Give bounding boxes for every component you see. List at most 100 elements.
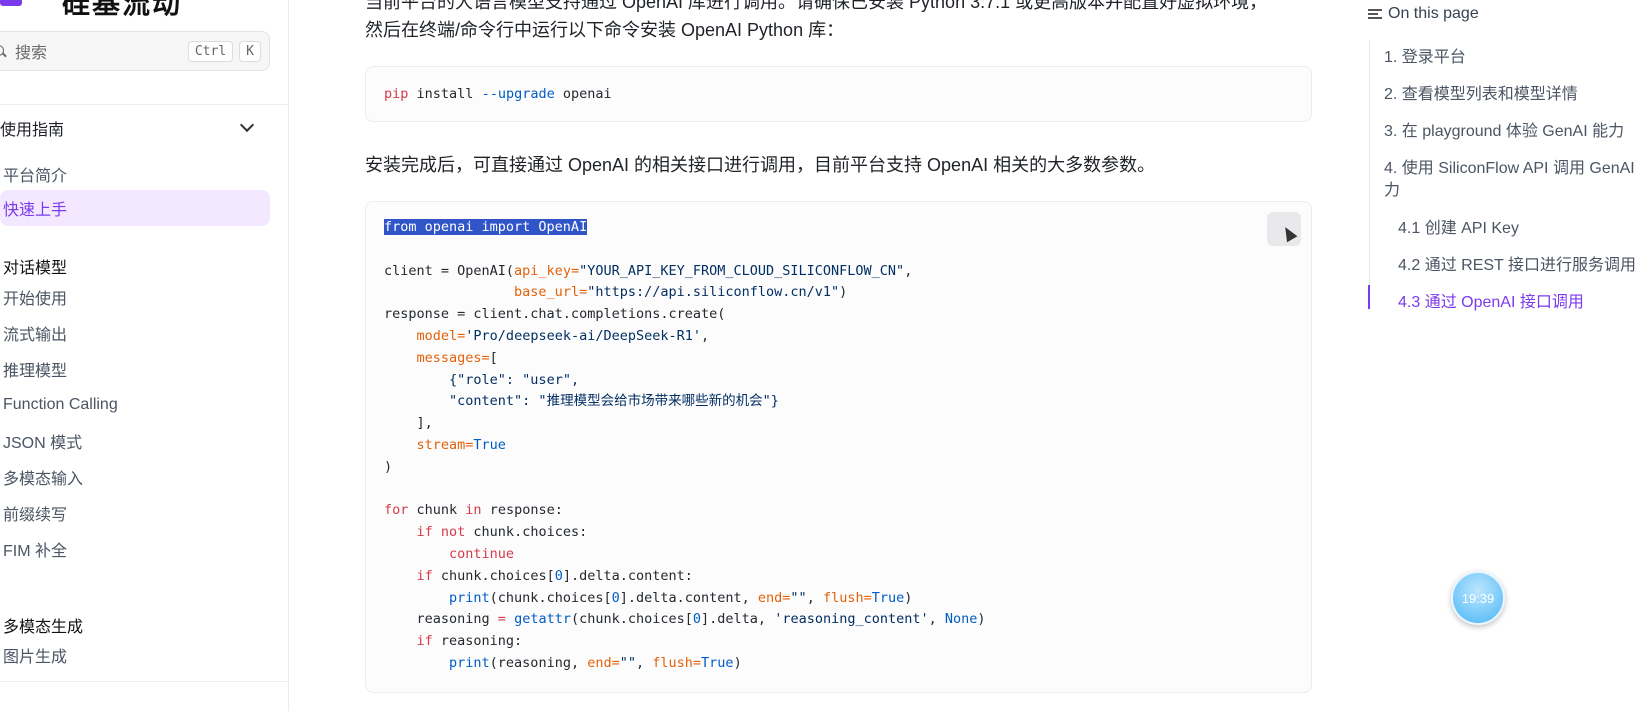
paragraph-usage: 安装完成后，可直接通过 OpenAI 的相关接口进行调用，目前平台支持 Open… <box>365 155 1156 175</box>
code-token: chunk <box>408 502 466 519</box>
code-token: response = client.chat.completions.creat… <box>384 306 726 323</box>
shortcut-ctrl: Ctrl <box>187 40 234 62</box>
toc-title: On this page <box>1388 5 1479 22</box>
code-token: ) <box>384 458 393 475</box>
code-token: , <box>904 262 913 279</box>
code-token: True <box>701 654 734 671</box>
sidebar-item-image-gen[interactable]: 图片生成 <box>0 637 270 673</box>
code-token: None <box>944 611 978 628</box>
section-toggle-guide[interactable]: 使用指南 <box>0 114 262 142</box>
code-token: response: <box>481 502 563 519</box>
code-token: client = OpenAI( <box>384 262 515 279</box>
divider <box>0 681 288 682</box>
sidebar-item-getting-started[interactable]: 开始使用 <box>0 279 270 315</box>
paragraph-install-intro-partial: 当前平台的大语言模型支持通过 OpenAI 库进行调用。请确保已安装 Pytho… <box>365 0 1268 12</box>
code-token: ) <box>733 654 742 671</box>
code-token: , <box>806 589 823 606</box>
code-token: 0 <box>611 589 620 606</box>
sidebar-item-function-calling[interactable]: Function Calling <box>0 387 270 423</box>
group-title-multimodal-gen: 多模态生成 <box>3 619 84 636</box>
toc-item-model-list[interactable]: 2. 查看模型列表和模型详情 <box>1384 80 1578 104</box>
toc-item-playground[interactable]: 3. 在 playground 体验 GenAI 能力 <box>1384 117 1624 141</box>
sidebar-item-quickstart[interactable]: 快速上手 <box>0 190 270 226</box>
code-token: messages= <box>416 349 490 366</box>
code-line-selected: from openai import OpenAI <box>384 219 588 235</box>
code-token: , <box>636 654 653 671</box>
chevron-down-icon <box>239 117 255 133</box>
sidebar-item-label: 开始使用 <box>3 291 68 308</box>
code-token: if <box>416 633 433 650</box>
toc-item-api-usage-wrap[interactable]: 力 <box>1384 176 1400 200</box>
sidebar-item-label: 图片生成 <box>3 649 68 666</box>
code-token: ].delta.content, <box>619 589 758 606</box>
toc-active-indicator <box>1368 285 1370 309</box>
code-token: "YOUR_API_KEY_FROM_CLOUD_SILICONFLOW_CN" <box>579 262 905 279</box>
toc-item-openai[interactable]: 4.3 通过 OpenAI 接口调用 <box>1398 288 1584 312</box>
code-token: model= <box>416 327 466 344</box>
code-token: print <box>449 654 490 671</box>
sidebar-item-multimodal-input[interactable]: 多模态输入 <box>0 459 270 495</box>
code-token: [ <box>489 349 498 366</box>
search-input[interactable]: 搜索 <box>15 39 188 63</box>
code-token: pip <box>384 86 409 102</box>
code-token: chunk.choices[ <box>432 567 555 584</box>
list-icon <box>1368 9 1382 19</box>
code-token: flush= <box>652 654 702 671</box>
main-content: 当前平台的大语言模型支持通过 OpenAI 库进行调用。请确保已安装 Pytho… <box>290 0 1312 711</box>
code-token: 0 <box>554 567 563 584</box>
search-box[interactable]: 搜索 Ctrl K <box>0 31 270 71</box>
code-token: print <box>449 589 490 606</box>
group-title-chat: 对话模型 <box>3 260 68 277</box>
code-token: {"role": "user", <box>449 371 580 388</box>
code-token: 'reasoning_content' <box>774 611 929 628</box>
copy-button[interactable] <box>1267 212 1301 246</box>
toc-header: On this page <box>1368 5 1479 23</box>
code-token: True <box>473 436 506 453</box>
code-token: ) <box>977 611 986 628</box>
search-icon <box>0 45 11 57</box>
sidebar-item-streaming[interactable]: 流式输出 <box>0 315 270 351</box>
code-token: if not <box>416 524 466 541</box>
sidebar: 硅基流动 搜索 Ctrl K 使用指南 平台简介 快速上手 对话模型 开始使用 … <box>0 0 289 711</box>
code-token: ].delta.content: <box>562 567 693 584</box>
shortcut-k: K <box>239 40 261 62</box>
code-token: stream= <box>416 436 474 453</box>
code-token: 'Pro/deepseek-ai/DeepSeek-R1' <box>465 327 701 344</box>
section-toggle-label: 使用指南 <box>0 122 65 139</box>
sidebar-item-label: Function Calling <box>3 396 118 413</box>
sidebar-item-label: 推理模型 <box>3 363 68 380</box>
code-token: flush= <box>822 589 872 606</box>
toc-item-login[interactable]: 1. 登录平台 <box>1384 43 1466 67</box>
sidebar-item-label: FIM 补全 <box>3 543 67 560</box>
code-token: (reasoning, <box>489 654 588 671</box>
code-token: "" <box>619 654 636 671</box>
code-content[interactable]: from openai import OpenAI client = OpenA… <box>384 217 986 675</box>
code-token: base_url= <box>514 284 588 301</box>
code-token: in <box>465 502 482 519</box>
code-token: ], <box>416 415 433 432</box>
sidebar-item-reasoning[interactable]: 推理模型 <box>0 351 270 387</box>
code-token: end= <box>757 589 791 606</box>
sidebar-item-prefix-completion[interactable]: 前缀续写 <box>0 495 270 531</box>
sidebar-item-label: 流式输出 <box>3 327 68 344</box>
toc-item-rest[interactable]: 4.2 通过 REST 接口进行服务调用 <box>1398 251 1636 275</box>
code-block-install: pip install --upgrade openai <box>365 66 1312 122</box>
sidebar-item-fim[interactable]: FIM 补全 <box>0 531 270 567</box>
sidebar-item-platform-intro[interactable]: 平台简介 <box>0 156 270 192</box>
timer-badge[interactable]: 19:39 <box>1451 571 1505 625</box>
code-token: reasoning: <box>432 633 523 650</box>
toc-item-create-key[interactable]: 4.1 创建 API Key <box>1398 214 1519 238</box>
table-of-contents: On this page 1. 登录平台 2. 查看模型列表和模型详情 3. 在… <box>1368 0 1644 711</box>
code-token: ) <box>904 589 913 606</box>
code-token: , <box>928 611 945 628</box>
code-token: = <box>497 611 506 628</box>
code-token: "content": "推理模型会给市场带来哪些新的机会"} <box>449 393 779 410</box>
code-token: ].delta, <box>701 611 775 628</box>
install-command[interactable]: pip install --upgrade openai <box>384 84 612 106</box>
paragraph-install-intro: 然后在终端/命令行中运行以下命令安装 OpenAI Python 库： <box>365 20 845 40</box>
toc-item-api-usage[interactable]: 4. 使用 SiliconFlow API 调用 GenAI <box>1384 154 1635 178</box>
sidebar-item-json-mode[interactable]: JSON 模式 <box>0 423 270 459</box>
sidebar-item-label: 快速上手 <box>3 202 68 219</box>
code-token: install <box>416 86 474 102</box>
code-token: end= <box>587 654 620 671</box>
